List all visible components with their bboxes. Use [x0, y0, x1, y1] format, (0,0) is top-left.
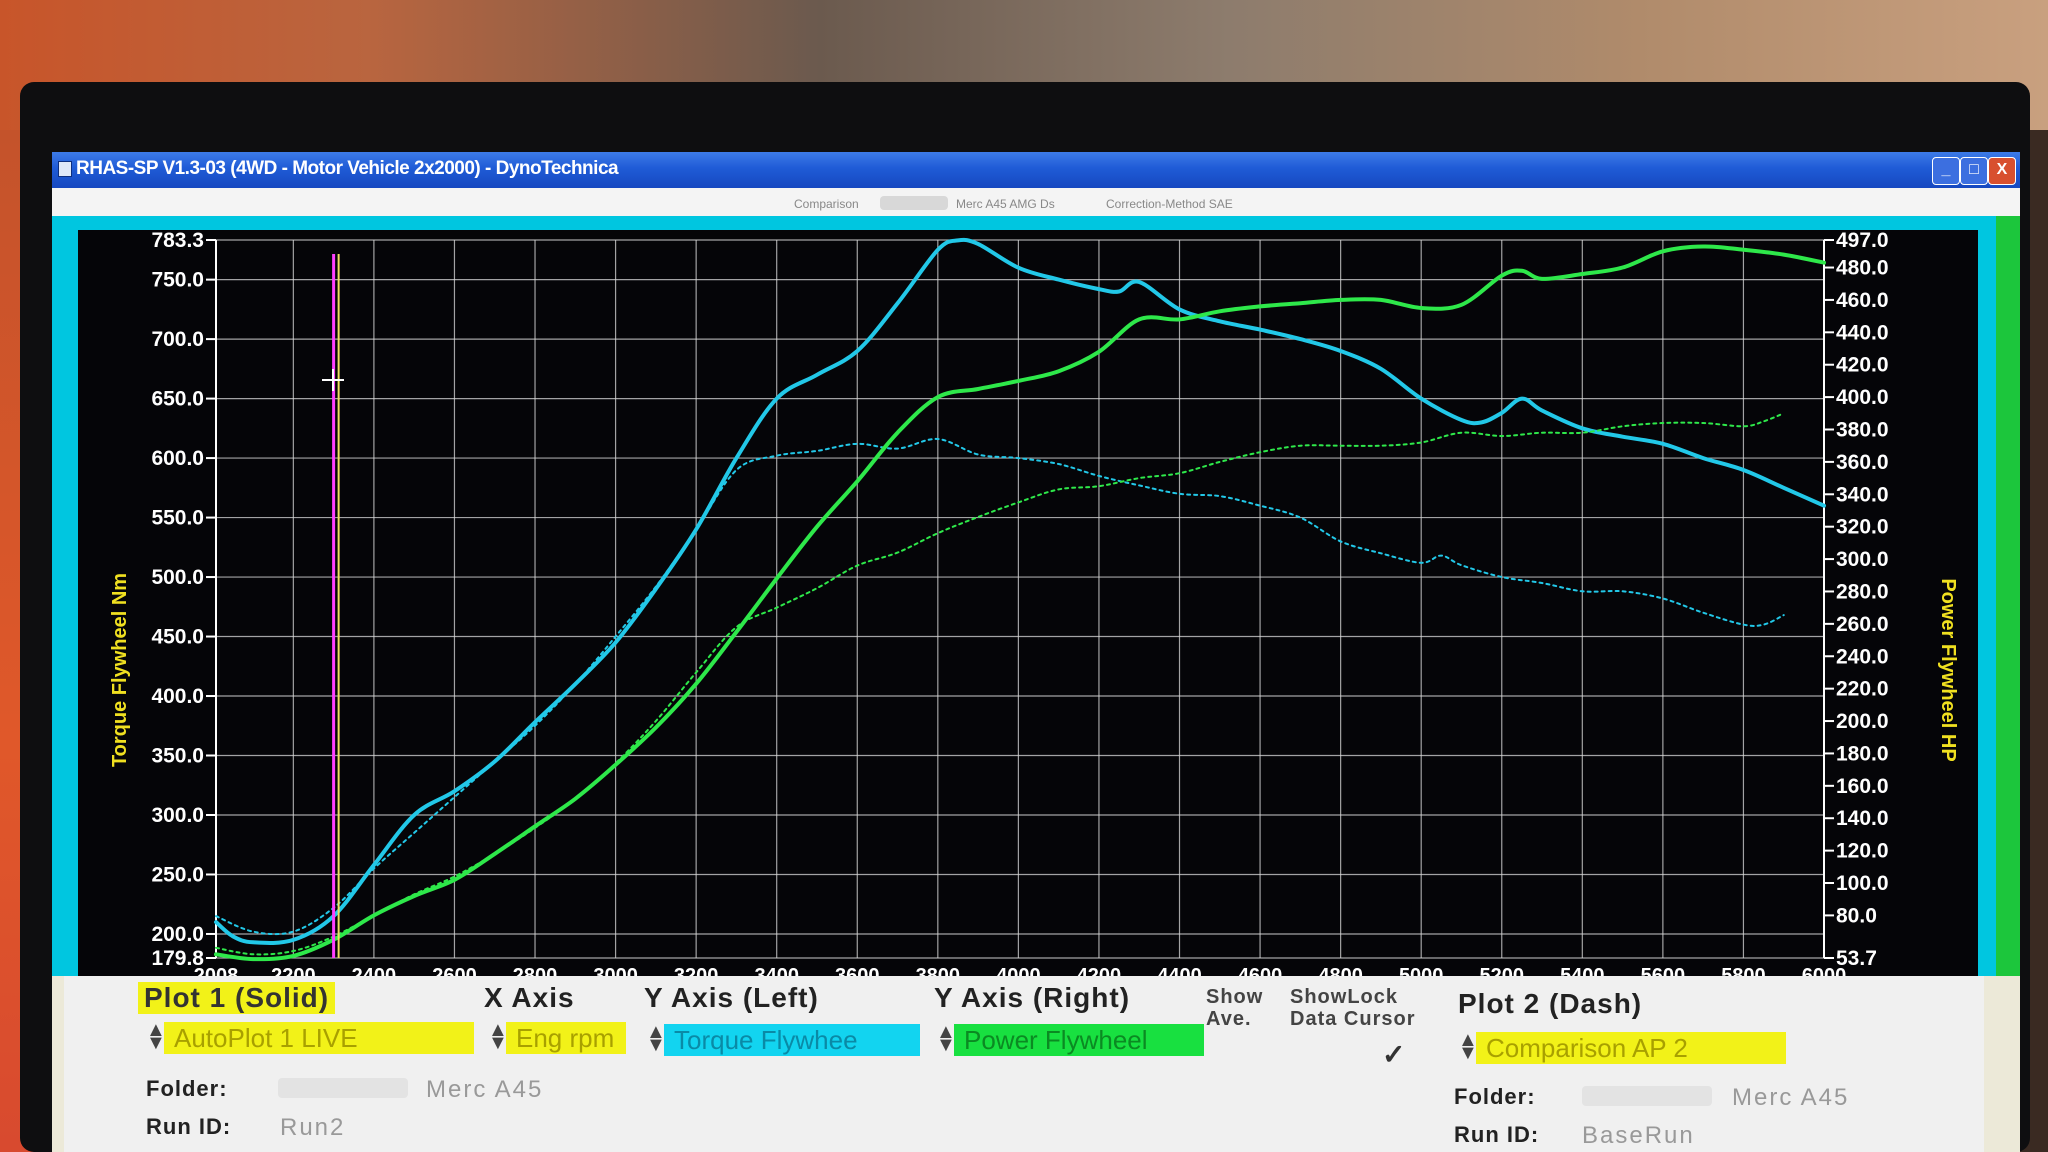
left-tick-label: 350.0 [151, 745, 204, 768]
plot2-header: Plot 2 (Dash) [1458, 988, 1643, 1019]
runid1-value: Run2 [280, 1114, 346, 1141]
right-tick-label: 220.0 [1836, 678, 1889, 701]
runid1-label: Run ID: [146, 1114, 232, 1139]
right-tick-label: 460.0 [1836, 289, 1889, 312]
xaxis-spinner[interactable]: ▲ ▼ [488, 1020, 508, 1053]
left-tick-label: 400.0 [151, 685, 204, 708]
right-tick-label: 320.0 [1836, 516, 1889, 539]
yleft-header: Y Axis (Left) [644, 982, 819, 1013]
left-tick-label: 250.0 [151, 863, 204, 886]
right-tick-label: 140.0 [1836, 807, 1889, 830]
left-tick-label: 300.0 [151, 804, 204, 827]
folder1-redacted [278, 1078, 408, 1098]
showlock-label-1: ShowLock [1290, 986, 1399, 1008]
right-tick-label: 497.0 [1836, 229, 1889, 252]
plot2-spinner[interactable]: ▲ ▼ [1458, 1030, 1478, 1063]
right-tick-label: 480.0 [1836, 257, 1889, 280]
right-tick-label: 420.0 [1836, 354, 1889, 377]
yleft-spinner[interactable]: ▲ ▼ [646, 1022, 666, 1055]
right-tick-label: 440.0 [1836, 321, 1889, 344]
control-panel: Plot 1 (Solid) X Axis Y Axis (Left) Y Ax… [64, 976, 1984, 1152]
right-tick-label: 160.0 [1836, 775, 1889, 798]
yright-select[interactable]: Power Flywheel [954, 1024, 1204, 1056]
left-tick-label: 600.0 [151, 447, 204, 470]
folder2-label: Folder: [1454, 1084, 1536, 1109]
right-tick-label: 180.0 [1836, 742, 1889, 765]
plot1-select[interactable]: AutoPlot 1 LIVE [164, 1022, 474, 1054]
xaxis-header: X Axis [484, 982, 575, 1013]
left-tick-label: 650.0 [151, 388, 204, 411]
plot1-header: Plot 1 (Solid) [138, 982, 336, 1014]
plot-background [78, 230, 1978, 980]
plot1-spinner[interactable]: ▲ ▼ [146, 1020, 166, 1053]
left-tick-label: 750.0 [151, 269, 204, 292]
folder1-label: Folder: [146, 1076, 228, 1101]
plot2-select[interactable]: Comparison AP 2 [1476, 1032, 1786, 1064]
right-tick-label: 120.0 [1836, 840, 1889, 863]
show-ave-label-1: Show [1206, 986, 1264, 1008]
xaxis-select[interactable]: Eng rpm [506, 1022, 626, 1054]
yleft-select[interactable]: Torque Flywhee [664, 1024, 920, 1056]
right-tick-label: 340.0 [1836, 483, 1889, 506]
left-tick-label: 700.0 [151, 328, 204, 351]
right-tick-label: 260.0 [1836, 613, 1889, 636]
right-tick-label: 300.0 [1836, 548, 1889, 571]
left-tick-label: 200.0 [151, 923, 204, 946]
show-ave-label-2: Ave. [1206, 1008, 1252, 1030]
runid2-label: Run ID: [1454, 1122, 1540, 1147]
folder2-value: Merc A45 [1732, 1084, 1850, 1111]
folder2-redacted [1582, 1086, 1712, 1106]
right-tick-label: 400.0 [1836, 386, 1889, 409]
runid2-value: BaseRun [1582, 1122, 1695, 1149]
right-tick-label: 240.0 [1836, 645, 1889, 668]
right-tick-label: 200.0 [1836, 710, 1889, 733]
showlock-label-2: Data Cursor [1290, 1008, 1416, 1030]
dyno-chart[interactable]: 179.8200.0250.0300.0350.0400.0450.0500.0… [14, 70, 2004, 980]
right-tick-label: 380.0 [1836, 419, 1889, 442]
yright-header: Y Axis (Right) [934, 982, 1131, 1013]
right-tick-label: 100.0 [1836, 872, 1889, 895]
left-axis-title: Torque Flywheel Nm [109, 573, 131, 767]
left-tick-label: 783.3 [151, 229, 204, 252]
right-tick-label: 280.0 [1836, 580, 1889, 603]
showlock-checkbox[interactable]: ✓ [1382, 1038, 1405, 1071]
folder1-value: Merc A45 [426, 1076, 544, 1103]
right-axis-title: Power Flywheel HP [1937, 578, 1959, 761]
left-tick-label: 550.0 [151, 507, 204, 530]
left-tick-label: 450.0 [151, 626, 204, 649]
left-tick-label: 500.0 [151, 566, 204, 589]
right-tick-label: 80.0 [1836, 904, 1877, 927]
yright-spinner[interactable]: ▲ ▼ [936, 1022, 956, 1055]
right-tick-label: 360.0 [1836, 451, 1889, 474]
